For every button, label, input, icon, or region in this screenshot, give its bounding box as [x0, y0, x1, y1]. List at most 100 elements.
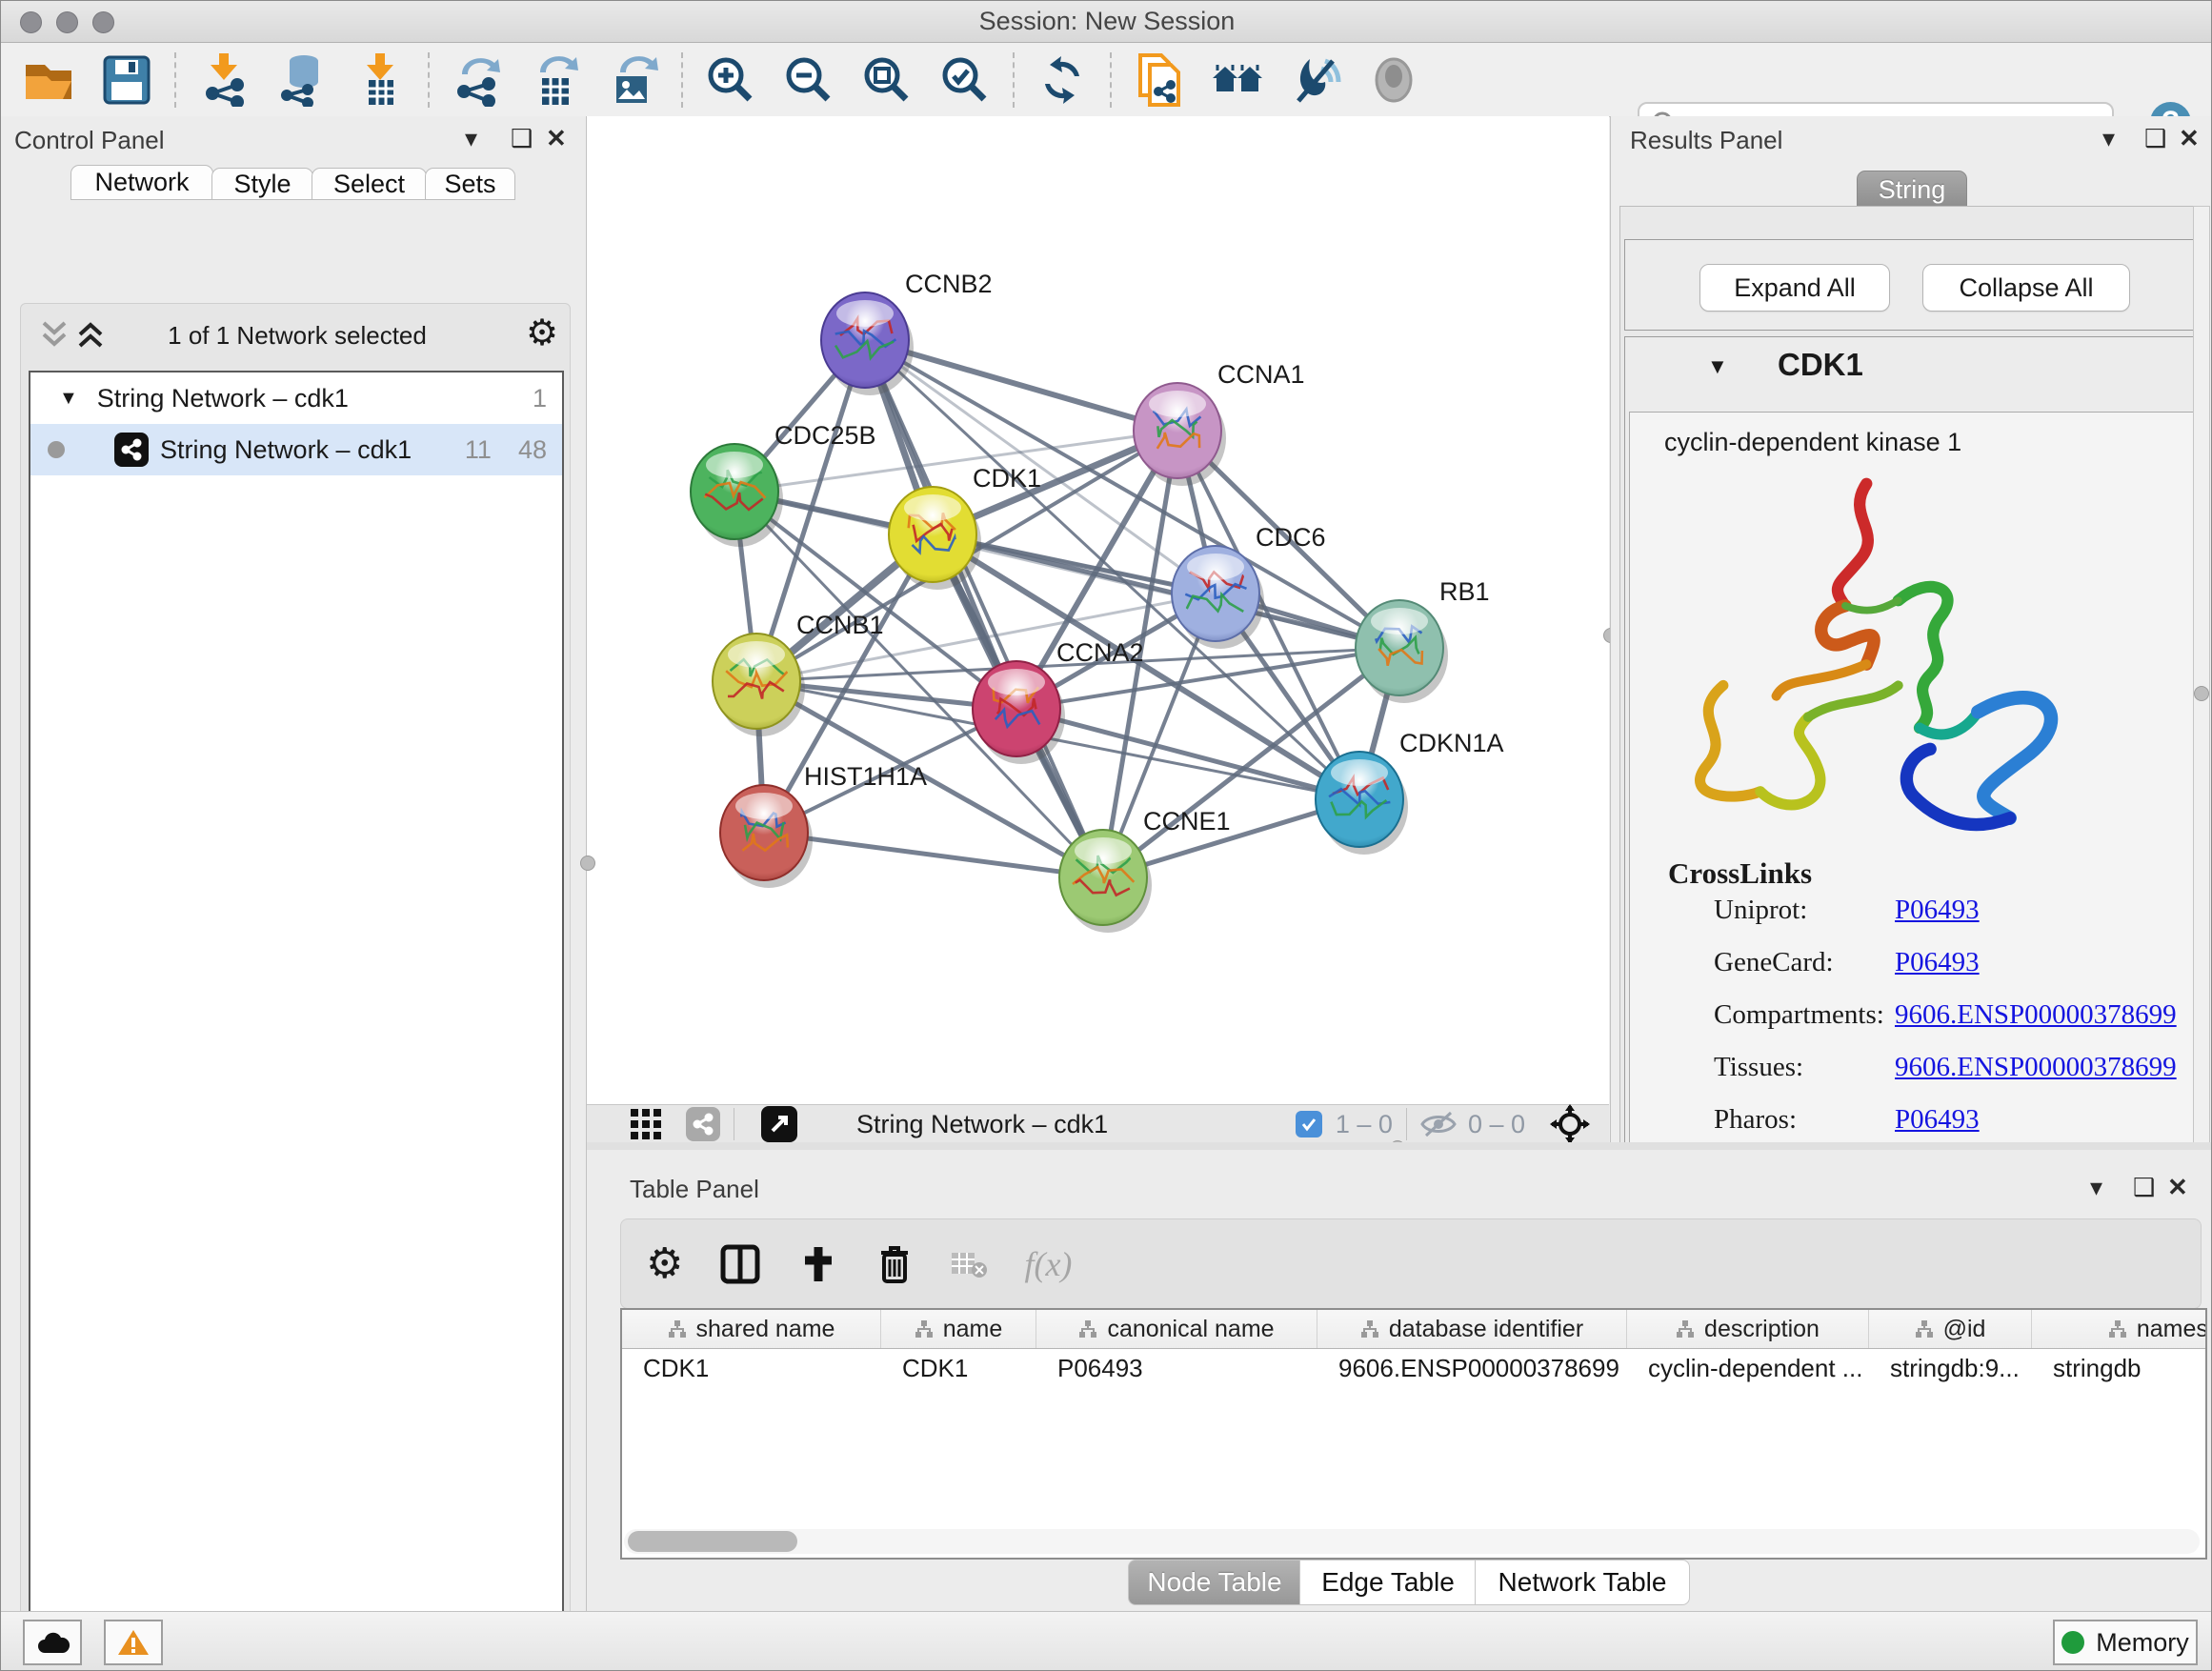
- create-column-icon[interactable]: [797, 1243, 839, 1285]
- refresh-icon[interactable]: [1036, 53, 1089, 107]
- birds-eye-view-icon[interactable]: [1367, 53, 1420, 107]
- network-node-ccna2[interactable]: CCNA2: [973, 638, 1144, 764]
- column-header-description[interactable]: description: [1627, 1310, 1869, 1348]
- tab-edge-table[interactable]: Edge Table: [1299, 1560, 1477, 1605]
- tab-network[interactable]: Network: [70, 165, 213, 200]
- table-row[interactable]: CDK1CDK1P064939606.ENSP00000378699cyclin…: [622, 1349, 2205, 1387]
- network-edge[interactable]: [865, 340, 1103, 877]
- float-panel-icon[interactable]: ❑: [2144, 124, 2166, 153]
- hide-graphics-details-icon[interactable]: [1289, 53, 1342, 107]
- birdseye-toggle-icon[interactable]: [1550, 1104, 1590, 1144]
- table-options-gear-icon[interactable]: ⚙: [646, 1239, 683, 1288]
- network-edge[interactable]: [933, 534, 1399, 648]
- column-header-canonical-name[interactable]: canonical name: [1036, 1310, 1317, 1348]
- collapse-all-icon[interactable]: [38, 317, 70, 352]
- import-network-icon[interactable]: [197, 53, 251, 107]
- crosslink-link[interactable]: P06493: [1895, 947, 1980, 978]
- delete-table-icon[interactable]: [950, 1249, 988, 1279]
- column-header--id[interactable]: @id: [1869, 1310, 2032, 1348]
- float-panel-icon[interactable]: ❑: [511, 124, 533, 153]
- close-panel-icon[interactable]: ✕: [546, 124, 567, 153]
- zoom-selected-icon[interactable]: [938, 53, 992, 107]
- network-node-cdkn1a[interactable]: CDKN1A: [1316, 729, 1504, 855]
- zoom-in-icon[interactable]: [704, 53, 757, 107]
- show-columns-icon[interactable]: [719, 1243, 761, 1285]
- table-horizontal-scrollbar[interactable]: [624, 1529, 2200, 1554]
- show-all-panels-icon[interactable]: [1211, 53, 1264, 107]
- float-panel-icon[interactable]: ❑: [2133, 1173, 2155, 1202]
- close-panel-icon[interactable]: ✕: [2179, 124, 2200, 153]
- network-node-cdc6[interactable]: CDC6: [1172, 523, 1326, 649]
- delete-column-icon[interactable]: [875, 1243, 914, 1285]
- table-cell[interactable]: CDK1: [881, 1354, 1036, 1383]
- table-cell[interactable]: cyclin-dependent ...: [1627, 1354, 1869, 1383]
- panel-menu-icon[interactable]: ▾: [465, 124, 477, 153]
- close-panel-icon[interactable]: ✕: [2167, 1173, 2188, 1202]
- memory-button[interactable]: Memory: [2053, 1620, 2198, 1665]
- network-node-hist1h1a[interactable]: HIST1H1A: [720, 762, 927, 888]
- horizontal-splitter[interactable]: [587, 1142, 2212, 1150]
- tab-node-table[interactable]: Node Table: [1128, 1560, 1301, 1605]
- crosslink-link[interactable]: 9606.ENSP00000378699: [1895, 999, 2177, 1031]
- column-header-namespace[interactable]: namespace: [2032, 1310, 2207, 1348]
- application-window: Session: New Session: [0, 0, 2212, 1671]
- selected-checkbox-icon[interactable]: [1296, 1111, 1322, 1137]
- hidden-eye-icon[interactable]: [1420, 1110, 1457, 1138]
- tab-select[interactable]: Select: [312, 168, 427, 200]
- share-view-icon[interactable]: [686, 1107, 720, 1141]
- zoom-fit-icon[interactable]: [860, 53, 914, 107]
- export-network-icon[interactable]: [451, 53, 504, 107]
- table-cell[interactable]: stringdb:9...: [1869, 1354, 2032, 1383]
- collapse-all-button[interactable]: Collapse All: [1922, 264, 2130, 312]
- network-node-ccnb1[interactable]: CCNB1: [713, 611, 884, 736]
- save-session-icon[interactable]: [100, 53, 153, 107]
- crosslink-link[interactable]: P06493: [1895, 1104, 1980, 1136]
- tab-style[interactable]: Style: [211, 168, 313, 200]
- node-table[interactable]: shared namenamecanonical namedatabase id…: [620, 1308, 2207, 1560]
- left-splitter-handle[interactable]: [580, 856, 595, 871]
- network-node-ccna1[interactable]: CCNA1: [1134, 360, 1305, 486]
- tab-string[interactable]: String: [1857, 171, 1967, 209]
- scrollbar-thumb[interactable]: [628, 1531, 797, 1552]
- expand-all-button[interactable]: Expand All: [1699, 264, 1890, 312]
- table-cell[interactable]: P06493: [1036, 1354, 1317, 1383]
- network-canvas[interactable]: CCNB2CCNA1CDC25BCDK1CDC6RB1CCNB1CCNA2CDK…: [587, 116, 1609, 1104]
- import-table-icon[interactable]: [353, 53, 407, 107]
- panel-menu-icon[interactable]: ▾: [2090, 1173, 2102, 1202]
- window-edge-handle[interactable]: [2194, 686, 2209, 701]
- clone-network-icon[interactable]: [1133, 53, 1186, 107]
- column-header-shared-name[interactable]: shared name: [622, 1310, 881, 1348]
- table-cell[interactable]: 9606.ENSP00000378699: [1317, 1354, 1627, 1383]
- tab-sets[interactable]: Sets: [425, 168, 515, 200]
- node-label: CDKN1A: [1399, 729, 1504, 757]
- section-collapse-triangle-icon[interactable]: ▼: [1707, 354, 1728, 379]
- expand-all-icon[interactable]: [74, 317, 107, 352]
- column-header-database-identifier[interactable]: database identifier: [1317, 1310, 1627, 1348]
- network-node-rb1[interactable]: RB1: [1356, 577, 1490, 703]
- open-session-icon[interactable]: [22, 53, 75, 107]
- network-edge[interactable]: [764, 833, 1103, 877]
- grid-view-icon[interactable]: [629, 1107, 663, 1141]
- crosslink-link[interactable]: 9606.ENSP00000378699: [1895, 1052, 2177, 1083]
- network-node-ccne1[interactable]: CCNE1: [1059, 807, 1231, 933]
- network-row-selected[interactable]: String Network – cdk1 11 48: [30, 424, 562, 475]
- column-header-name[interactable]: name: [881, 1310, 1036, 1348]
- export-image-icon[interactable]: [607, 53, 660, 107]
- export-table-icon[interactable]: [529, 53, 582, 107]
- panel-menu-icon[interactable]: ▾: [2102, 124, 2115, 153]
- network-node-ccnb2[interactable]: CCNB2: [821, 270, 993, 395]
- open-in-window-icon[interactable]: [761, 1106, 797, 1142]
- warnings-button[interactable]: [104, 1620, 163, 1665]
- tab-network-table[interactable]: Network Table: [1475, 1560, 1690, 1605]
- string-network-graph[interactable]: CCNB2CCNA1CDC25BCDK1CDC6RB1CCNB1CCNA2CDK…: [587, 116, 1609, 1104]
- collapse-triangle-icon[interactable]: ▼: [59, 388, 78, 410]
- table-cell[interactable]: CDK1: [622, 1354, 881, 1383]
- table-cell[interactable]: stringdb: [2032, 1354, 2207, 1383]
- network-options-gear-icon[interactable]: ⚙: [526, 312, 558, 354]
- import-database-icon[interactable]: [275, 53, 329, 107]
- network-collection-row[interactable]: ▼ String Network – cdk1 1: [30, 372, 562, 424]
- crosslink-link[interactable]: P06493: [1895, 895, 1980, 926]
- function-builder-icon[interactable]: f(x): [1024, 1244, 1072, 1284]
- cloud-button[interactable]: [23, 1620, 82, 1665]
- zoom-out-icon[interactable]: [782, 53, 835, 107]
